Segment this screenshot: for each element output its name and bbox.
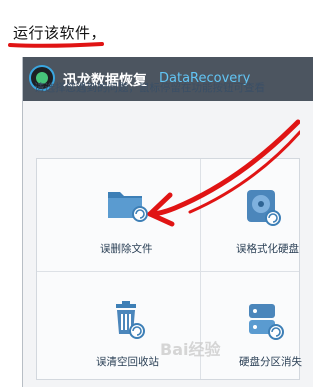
folder-recover-icon [108,192,148,222]
tile-lost-partition[interactable]: 硬盘分区消失 [199,270,302,380]
partition-recover-icon [249,304,284,340]
tile-label: 误删除文件 [100,243,153,255]
red-underline [8,42,104,48]
tile-label: 误清空回收站 [96,356,159,368]
tile-deleted-files[interactable]: 误删除文件 [36,158,199,270]
step-caption: 运行该软件， [13,24,107,42]
baidu-watermark: Bai经验 [160,340,221,359]
disk-recover-icon [247,190,281,226]
tile-label: 硬盘分区消失 [239,356,302,368]
tile-emptied-recycle-bin[interactable]: 误清空回收站 [36,270,199,380]
tile-label: 误格式化硬盘 [236,243,299,255]
tile-formatted-disk[interactable]: 误格式化硬盘 [199,158,300,270]
instruction-text: 请选择您遇到的问题，鼠标停留在功能按钮可查看 [34,82,265,94]
recycle-bin-recover-icon [116,301,145,339]
